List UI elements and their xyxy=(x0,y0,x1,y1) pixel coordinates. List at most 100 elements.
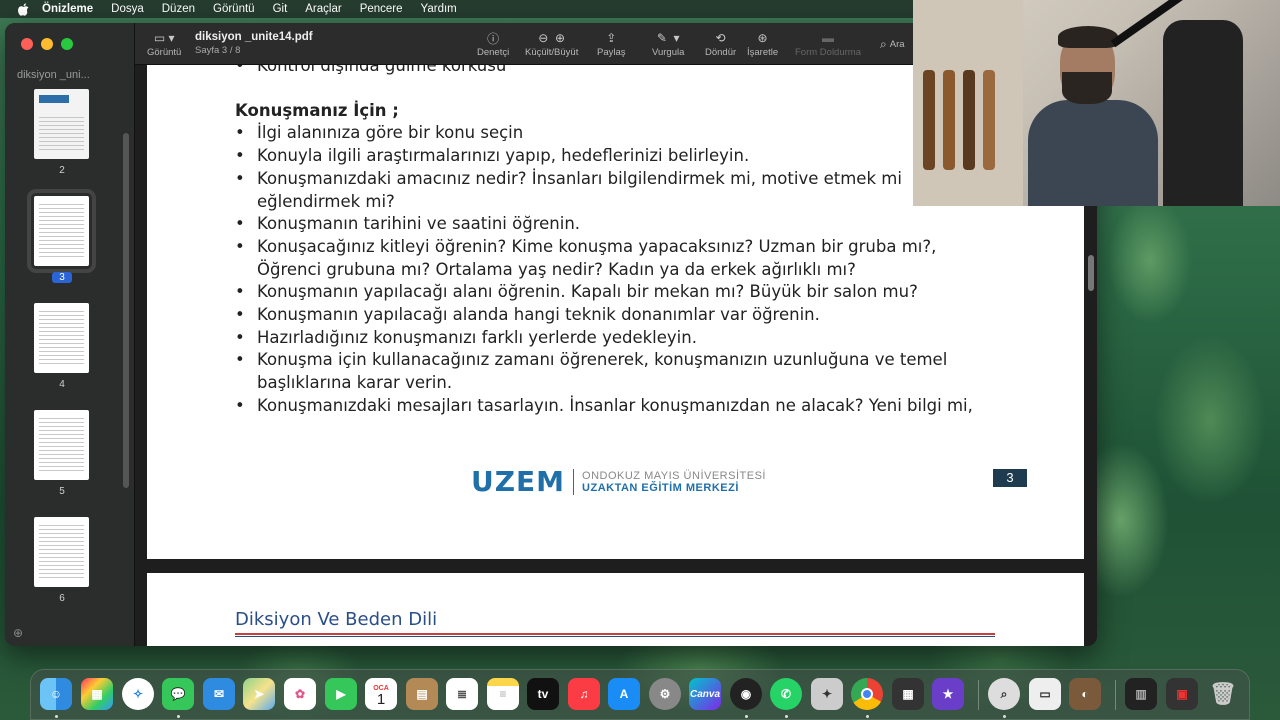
menu-help[interactable]: Yardım xyxy=(421,3,457,15)
list-item: • Konuşmanın yapılacağı alanı öğrenin. Ka… xyxy=(235,282,918,302)
thumbnail-label: 6 xyxy=(59,593,65,604)
sidebar-scrollbar[interactable] xyxy=(123,133,129,488)
list-item: • Konuşacağınız kitleyi öğrenin? Kime kon… xyxy=(235,236,937,279)
tv-icon[interactable]: tv xyxy=(527,678,559,710)
list-item: • Konuşmanın yapılacağı alanda hangi tekn… xyxy=(235,305,820,325)
photo-thumbnail-icon[interactable]: ◐ xyxy=(1069,678,1101,710)
window-controls xyxy=(21,38,73,50)
thumbnail-page-2[interactable] xyxy=(34,89,89,159)
utility-icon[interactable]: ✦ xyxy=(811,678,843,710)
thumbnail-sidebar: diksiyon _uni... 2 3 4 5 6 ⊕ xyxy=(5,23,135,646)
form-fill-button[interactable]: ▬ Form Doldurma xyxy=(795,29,861,58)
zoom-button[interactable] xyxy=(61,38,73,50)
calculator-icon[interactable]: ▦ xyxy=(892,678,924,710)
menu-app-name[interactable]: Önizleme xyxy=(42,3,93,15)
logo-mark: UZEM xyxy=(471,465,566,498)
safari-icon[interactable]: ✧ xyxy=(122,678,154,710)
screen-recorder-icon[interactable]: ◉ xyxy=(730,678,762,710)
audio-window-icon[interactable]: ▥ xyxy=(1125,678,1157,710)
logo-university: ONDOKUZ MAYIS ÜNİVERSİTESİ xyxy=(582,469,766,482)
page-header-title: Diksiyon Ve Beden Dili xyxy=(235,609,438,630)
notes-icon[interactable]: ≡ xyxy=(487,678,519,710)
thumbnail-label: 3 xyxy=(52,272,72,283)
presenter xyxy=(1028,26,1158,206)
menu-go[interactable]: Git xyxy=(273,3,288,15)
form-icon: ▬ xyxy=(822,31,834,45)
chrome-icon[interactable] xyxy=(851,678,883,710)
dock-separator xyxy=(1115,680,1116,710)
imovie-icon[interactable]: ★ xyxy=(932,678,964,710)
thumbnail-page-6[interactable] xyxy=(34,517,89,587)
webcam-overlay xyxy=(913,0,1280,206)
photos-icon[interactable]: ✿ xyxy=(284,678,316,710)
menu-window[interactable]: Pencere xyxy=(360,3,403,15)
thumbnail-page-3[interactable] xyxy=(27,189,96,273)
close-button[interactable] xyxy=(21,38,33,50)
markup-button[interactable]: ⊛ İşaretle xyxy=(747,29,778,58)
app-store-icon[interactable]: A xyxy=(608,678,640,710)
document-scrollbar[interactable] xyxy=(1088,255,1094,291)
header-rule xyxy=(235,633,995,637)
document-title: diksiyon _unite14.pdf xyxy=(195,31,313,43)
document-text: • Kontrol dışında gülme korkusu Konuşmanı… xyxy=(235,65,995,418)
highlight-button[interactable]: ✎ ▾ Vurgula xyxy=(652,29,684,58)
page-number-badge: 3 xyxy=(993,469,1027,487)
menu-edit[interactable]: Düzen xyxy=(162,3,195,15)
info-icon: ⓘ xyxy=(487,31,500,46)
rotate-button[interactable]: ⟲ Döndür xyxy=(705,29,736,58)
messages-icon[interactable]: 💬 xyxy=(162,678,194,710)
trash-icon[interactable]: 🗑 xyxy=(1207,678,1239,710)
sidebar-title: diksiyon _uni... xyxy=(17,69,90,81)
section-heading: Konuşmanız İçin ; xyxy=(235,100,399,120)
launchpad-icon[interactable]: ▦ xyxy=(81,678,113,710)
pdf-page-4: Diksiyon Ve Beden Dili xyxy=(147,573,1084,646)
screenshot-icon[interactable]: ▭ xyxy=(1029,678,1061,710)
video-window-icon[interactable]: ▣ xyxy=(1166,678,1198,710)
menu-tools[interactable]: Araçlar xyxy=(305,3,341,15)
reminders-icon[interactable]: ≣ xyxy=(446,678,478,710)
list-item: • Konuşmanızdaki mesajları tasarlayın. İn… xyxy=(235,395,973,415)
dock: ☺ ▦ ✧ 💬 ✉ ➤ ✿ ▶ OCA 1 ▤ ≣ ≡ tv ♫ A ⚙ Can… xyxy=(30,669,1250,720)
thumbnail-label: 4 xyxy=(59,379,65,390)
view-menu-button[interactable]: ▭ ▾ Görüntü xyxy=(147,29,181,58)
rotate-icon: ⟲ xyxy=(715,31,726,45)
list-item: • İlgi alanınıza göre bir konu seçin xyxy=(235,123,524,143)
list-item: • Kontrol dışında gülme korkusu xyxy=(235,65,507,75)
preview-icon[interactable]: ⌕ xyxy=(988,678,1020,710)
menu-file[interactable]: Dosya xyxy=(111,3,144,15)
mail-icon[interactable]: ✉ xyxy=(203,678,235,710)
dock-separator xyxy=(978,680,979,710)
zoom-icon: ⊖ ⊕ xyxy=(538,31,566,45)
search-field[interactable]: ⌕ Ara xyxy=(880,35,905,53)
thumbnail-page-5[interactable] xyxy=(34,410,89,480)
inspector-button[interactable]: ⓘ Denetçi xyxy=(477,29,509,59)
maps-icon[interactable]: ➤ xyxy=(243,678,275,710)
share-icon: ⇪ xyxy=(606,31,617,45)
page-indicator: Sayfa 3 / 8 xyxy=(195,45,241,56)
thumbnail-label: 5 xyxy=(59,486,65,497)
uzem-logo: UZEM ONDOKUZ MAYIS ÜNİVERSİTESİ UZAKTAN … xyxy=(471,465,766,498)
list-item: • Konuşmanızdaki amacınız nedir? İnsanlar… xyxy=(235,168,902,211)
list-item: • Hazırladığınız konuşmanızı farklı yerle… xyxy=(235,327,697,347)
logo-center: UZAKTAN EĞİTİM MERKEZİ xyxy=(582,481,739,494)
thumbnail-label: 2 xyxy=(59,165,65,176)
list-item: • Konuşmanın tarihini ve saatini öğrenin. xyxy=(235,214,581,234)
folder-icon[interactable]: ▤ xyxy=(406,678,438,710)
markup-icon: ⊛ xyxy=(757,31,768,45)
apple-menu-icon[interactable] xyxy=(16,2,30,16)
minimize-button[interactable] xyxy=(41,38,53,50)
share-button[interactable]: ⇪ Paylaş xyxy=(597,29,626,58)
facetime-icon[interactable]: ▶ xyxy=(325,678,357,710)
menu-view[interactable]: Görüntü xyxy=(213,3,255,15)
finder-icon[interactable]: ☺ xyxy=(40,678,72,710)
search-icon: ⌕ xyxy=(880,36,887,51)
whatsapp-icon[interactable]: ✆ xyxy=(770,678,802,710)
settings-icon[interactable]: ⚙ xyxy=(649,678,681,710)
zoom-controls[interactable]: ⊖ ⊕ Küçült/Büyüt xyxy=(525,29,578,58)
thumbnail-page-4[interactable] xyxy=(34,303,89,373)
music-icon[interactable]: ♫ xyxy=(568,678,600,710)
calendar-icon[interactable]: OCA 1 xyxy=(365,678,397,710)
list-item: • Konuyla ilgili araştırmalarınızı yapıp,… xyxy=(235,146,750,166)
add-page-icon[interactable]: ⊕ xyxy=(13,626,23,640)
canva-icon[interactable]: Canva xyxy=(689,678,721,710)
